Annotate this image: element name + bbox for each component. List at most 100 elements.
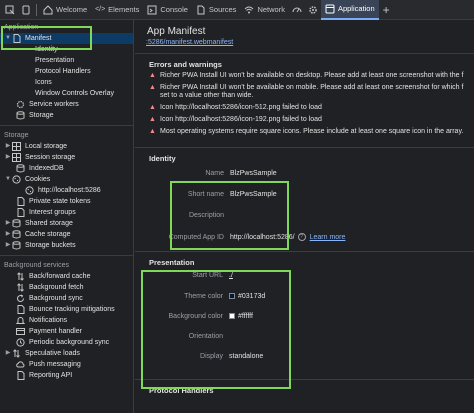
expand-arrow-icon[interactable]: ▼ bbox=[4, 174, 12, 185]
expand-arrow-icon[interactable]: ▶ bbox=[4, 141, 12, 152]
tab-label: Sources bbox=[208, 5, 237, 14]
sidebar-item-payment-handler[interactable]: Payment handler bbox=[0, 326, 133, 337]
sidebar-item-service-workers[interactable]: Service workers bbox=[0, 99, 133, 110]
grid-icon bbox=[12, 142, 21, 151]
arrows-updown-icon bbox=[12, 349, 21, 358]
tab-console[interactable]: Console bbox=[143, 0, 192, 20]
cookie-icon bbox=[12, 175, 21, 184]
error-item: ▲ Richer PWA Install UI won't be availabl… bbox=[149, 72, 464, 79]
expand-arrow-icon[interactable]: ▶ bbox=[4, 348, 12, 359]
arrows-updown-icon bbox=[16, 272, 25, 281]
expand-arrow-icon[interactable]: ▶ bbox=[4, 152, 12, 163]
sidebar-item-cookie-origin[interactable]: http://localhost:5286 bbox=[0, 185, 133, 196]
help-icon[interactable]: ? bbox=[297, 233, 306, 241]
sources-icon bbox=[196, 5, 206, 15]
sidebar-item-bounce-tracking[interactable]: Bounce tracking mitigations bbox=[0, 304, 133, 315]
error-item: ▲ Icon http://localhost:5286/icon-512.png… bbox=[149, 104, 322, 111]
panel-menu-button[interactable] bbox=[2, 0, 18, 20]
highlight-box-manifest bbox=[1, 26, 92, 50]
sidebar-item-periodic-background-sync[interactable]: Periodic background sync bbox=[0, 337, 133, 348]
file-icon bbox=[16, 371, 25, 380]
file-icon bbox=[16, 208, 25, 217]
sidebar-item-presentation[interactable]: Presentation bbox=[0, 55, 133, 66]
more-tabs-plus-icon[interactable]: + bbox=[383, 3, 390, 17]
expand-arrow-icon[interactable]: ▶ bbox=[4, 229, 12, 240]
tab-welcome[interactable]: Welcome bbox=[39, 0, 91, 20]
sidebar-item-shared-storage[interactable]: ▶ Shared storage bbox=[0, 218, 133, 229]
performance-icon bbox=[292, 5, 302, 15]
sidebar-item-notifications[interactable]: Notifications bbox=[0, 315, 133, 326]
database-icon bbox=[16, 111, 25, 120]
sidebar-divider bbox=[0, 125, 133, 126]
sidebar-item-back-forward-cache[interactable]: Back/forward cache bbox=[0, 271, 133, 282]
file-icon bbox=[16, 197, 25, 206]
tab-sources[interactable]: Sources bbox=[192, 0, 241, 20]
tabbar-divider bbox=[36, 3, 37, 16]
sidebar-item-indexeddb[interactable]: IndexedDB bbox=[0, 163, 133, 174]
tab-performance[interactable] bbox=[289, 0, 305, 20]
sidebar-item-speculative-loads[interactable]: ▶ Speculative loads bbox=[0, 348, 133, 359]
sidebar-item-background-fetch[interactable]: Background fetch bbox=[0, 282, 133, 293]
sidebar-item-private-state-tokens[interactable]: Private state tokens bbox=[0, 196, 133, 207]
application-icon bbox=[325, 4, 335, 14]
clock-icon bbox=[16, 338, 25, 347]
sidebar-item-icons[interactable]: Icons bbox=[0, 77, 133, 88]
error-item: ▲ Richer PWA Install UI won't be availabl… bbox=[149, 84, 464, 91]
tab-label: Network bbox=[257, 5, 285, 14]
database-icon bbox=[12, 241, 21, 250]
sidebar-item-cache-storage[interactable]: ▶ Cache storage bbox=[0, 229, 133, 240]
cloud-icon bbox=[16, 360, 25, 369]
errors-section-title: Errors and warnings bbox=[149, 60, 222, 69]
sidebar-item-window-controls-overlay[interactable]: Window Controls Overlay bbox=[0, 88, 133, 99]
field-name: Name BlzPwsSample bbox=[205, 170, 277, 177]
grid-icon bbox=[12, 153, 21, 162]
sidebar-item-protocol-handlers[interactable]: Protocol Handlers bbox=[0, 66, 133, 77]
sidebar-item-local-storage[interactable]: ▶ Local storage bbox=[0, 141, 133, 152]
device-toggle-button[interactable] bbox=[18, 0, 34, 20]
highlight-box-identity bbox=[170, 181, 289, 250]
error-icon: ▲ bbox=[149, 128, 156, 135]
cookie-icon bbox=[25, 186, 34, 195]
tab-elements[interactable]: </> Elements bbox=[91, 0, 143, 20]
inspect-icon bbox=[5, 5, 15, 15]
error-icon: ▲ bbox=[149, 84, 156, 91]
sidebar-item-session-storage[interactable]: ▶ Session storage bbox=[0, 152, 133, 163]
database-icon bbox=[12, 230, 21, 239]
wifi-icon bbox=[244, 5, 254, 15]
gear-icon bbox=[308, 5, 318, 15]
identity-section-title: Identity bbox=[149, 154, 176, 163]
arrows-updown-icon bbox=[16, 283, 25, 292]
error-item-continued: set to a value other than wide. bbox=[160, 92, 254, 99]
sidebar-item-background-sync[interactable]: Background sync bbox=[0, 293, 133, 304]
code-icon: </> bbox=[95, 6, 106, 13]
database-icon bbox=[12, 219, 21, 228]
device-icon bbox=[21, 5, 31, 15]
tab-label: Elements bbox=[108, 5, 140, 14]
sidebar-item-push-messaging[interactable]: Push messaging bbox=[0, 359, 133, 370]
manifest-url-link[interactable]: :5286/manifest.webmanifest bbox=[135, 39, 474, 53]
error-icon: ▲ bbox=[149, 116, 156, 123]
page-title: App Manifest bbox=[147, 26, 206, 37]
highlight-box-presentation bbox=[141, 270, 291, 389]
bell-icon bbox=[16, 316, 25, 325]
tab-application[interactable]: Application bbox=[320, 0, 379, 20]
tab-label: Welcome bbox=[56, 5, 88, 14]
application-sidebar: Application ▼ Manifest Identity Presenta… bbox=[0, 20, 134, 413]
sync-icon bbox=[16, 294, 25, 303]
gear-icon bbox=[16, 100, 25, 109]
sidebar-item-storage-buckets[interactable]: ▶ Storage buckets bbox=[0, 240, 133, 251]
database-icon bbox=[16, 164, 25, 173]
errors-list: ▲ Richer PWA Install UI won't be availabl… bbox=[135, 72, 474, 142]
sidebar-item-reporting-api[interactable]: Reporting API bbox=[0, 370, 133, 381]
sidebar-item-storage[interactable]: Storage bbox=[0, 110, 133, 121]
sidebar-item-interest-groups[interactable]: Interest groups bbox=[0, 207, 133, 218]
error-icon: ▲ bbox=[149, 104, 156, 111]
sidebar-divider bbox=[0, 255, 133, 256]
learn-more-link[interactable]: Learn more bbox=[310, 234, 346, 241]
expand-arrow-icon[interactable]: ▶ bbox=[4, 240, 12, 251]
error-item: ▲ Most operating systems require square i… bbox=[149, 128, 464, 135]
tab-settings-gear[interactable] bbox=[305, 0, 321, 20]
expand-arrow-icon[interactable]: ▶ bbox=[4, 218, 12, 229]
tab-network[interactable]: Network bbox=[240, 0, 289, 20]
sidebar-item-cookies[interactable]: ▼ Cookies bbox=[0, 174, 133, 185]
